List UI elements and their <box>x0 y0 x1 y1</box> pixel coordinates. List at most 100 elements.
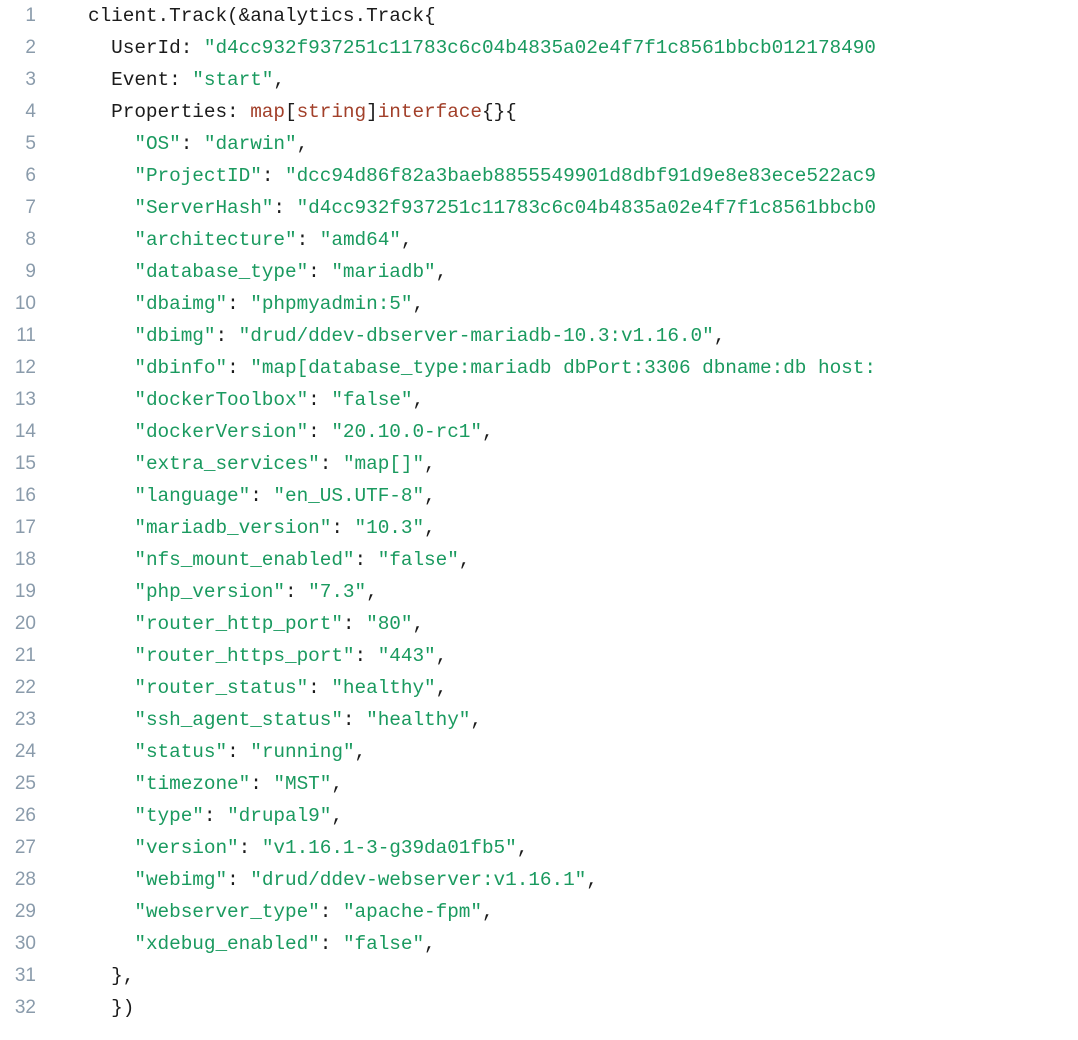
code-line[interactable]: 2 UserId: "d4cc932f937251c11783c6c04b483… <box>0 32 1078 64</box>
code-token-string: "webserver_type" <box>134 901 320 923</box>
code-token-string: "10.3" <box>354 517 425 539</box>
code-line[interactable]: 18 "nfs_mount_enabled": "false", <box>0 544 1078 576</box>
code-line[interactable]: 13 "dockerToolbox": "false", <box>0 384 1078 416</box>
code-line[interactable]: 26 "type": "drupal9", <box>0 800 1078 832</box>
line-content[interactable]: "mariadb_version": "10.3", <box>48 512 1078 544</box>
line-content[interactable]: }) <box>48 992 1078 1024</box>
line-content[interactable]: "dockerToolbox": "false", <box>48 384 1078 416</box>
line-content[interactable]: "ServerHash": "d4cc932f937251c11783c6c04… <box>48 192 1078 224</box>
code-line[interactable]: 17 "mariadb_version": "10.3", <box>0 512 1078 544</box>
code-line[interactable]: 24 "status": "running", <box>0 736 1078 768</box>
code-line[interactable]: 12 "dbinfo": "map[database_type:mariadb … <box>0 352 1078 384</box>
code-token-plain: Properties: <box>88 101 251 123</box>
code-token-plain: , <box>424 517 436 539</box>
code-token-string: "architecture" <box>134 229 297 251</box>
line-content[interactable]: "router_http_port": "80", <box>48 608 1078 640</box>
line-content[interactable]: "OS": "darwin", <box>48 128 1078 160</box>
code-token-plain: : <box>227 741 251 763</box>
code-token-plain: : <box>227 293 251 315</box>
code-line[interactable]: 31 }, <box>0 960 1078 992</box>
code-token-string: "webimg" <box>134 869 228 891</box>
code-line[interactable]: 22 "router_status": "healthy", <box>0 672 1078 704</box>
code-line[interactable]: 16 "language": "en_US.UTF-8", <box>0 480 1078 512</box>
line-content[interactable]: "dbimg": "drud/ddev-dbserver-mariadb-10.… <box>48 320 1078 352</box>
code-token-plain: , <box>516 837 529 859</box>
line-content[interactable]: "xdebug_enabled": "false", <box>48 928 1078 960</box>
code-line[interactable]: 5 "OS": "darwin", <box>0 128 1078 160</box>
code-line[interactable]: 19 "php_version": "7.3", <box>0 576 1078 608</box>
line-content[interactable]: "dbinfo": "map[database_type:mariadb dbP… <box>48 352 1078 384</box>
line-content[interactable]: "dockerVersion": "20.10.0-rc1", <box>48 416 1078 448</box>
line-content[interactable]: "dbaimg": "phpmyadmin:5", <box>48 288 1078 320</box>
code-token-plain: : <box>308 421 332 443</box>
line-content[interactable]: "version": "v1.16.1-3-g39da01fb5", <box>48 832 1078 864</box>
code-line[interactable]: 7 "ServerHash": "d4cc932f937251c11783c6c… <box>0 192 1078 224</box>
code-line[interactable]: 9 "database_type": "mariadb", <box>0 256 1078 288</box>
code-line[interactable]: 30 "xdebug_enabled": "false", <box>0 928 1078 960</box>
code-token-plain: : <box>227 869 251 891</box>
code-line[interactable]: 6 "ProjectID": "dcc94d86f82a3baeb8855549… <box>0 160 1078 192</box>
code-line[interactable]: 28 "webimg": "drud/ddev-webserver:v1.16.… <box>0 864 1078 896</box>
code-token-plain: : <box>354 549 378 571</box>
line-content[interactable]: "webimg": "drud/ddev-webserver:v1.16.1", <box>48 864 1078 896</box>
code-token-plain: , <box>481 901 494 923</box>
code-token-string: "database_type" <box>134 261 309 283</box>
code-token-plain: , <box>400 229 413 251</box>
code-block[interactable]: 1 client.Track(&analytics.Track{2 UserId:… <box>0 0 1078 1040</box>
code-token-plain: , <box>713 325 726 347</box>
line-content[interactable]: "database_type": "mariadb", <box>48 256 1078 288</box>
line-content[interactable]: "router_status": "healthy", <box>48 672 1078 704</box>
code-token-plain: : <box>342 613 367 635</box>
line-content[interactable]: "ssh_agent_status": "healthy", <box>48 704 1078 736</box>
line-number: 3 <box>25 69 36 90</box>
code-line[interactable]: 27 "version": "v1.16.1-3-g39da01fb5", <box>0 832 1078 864</box>
code-line[interactable]: 29 "webserver_type": "apache-fpm", <box>0 896 1078 928</box>
code-line[interactable]: 11 "dbimg": "drud/ddev-dbserver-mariadb-… <box>0 320 1078 352</box>
line-content[interactable]: "timezone": "MST", <box>48 768 1078 800</box>
code-line[interactable]: 4 Properties: map[string]interface{}{ <box>0 96 1078 128</box>
line-content[interactable]: "status": "running", <box>48 736 1078 768</box>
line-content[interactable]: "extra_services": "map[]", <box>48 448 1078 480</box>
code-line[interactable]: 21 "router_https_port": "443", <box>0 640 1078 672</box>
line-content[interactable]: "router_https_port": "443", <box>48 640 1078 672</box>
line-content[interactable]: "webserver_type": "apache-fpm", <box>48 896 1078 928</box>
code-token-string: "mariadb" <box>331 261 436 283</box>
line-content[interactable]: client.Track(&analytics.Track{ <box>48 0 1078 32</box>
code-line[interactable]: 3 Event: "start", <box>0 64 1078 96</box>
code-token-plain: , <box>458 549 471 571</box>
line-number: 29 <box>14 901 36 922</box>
code-line[interactable]: 15 "extra_services": "map[]", <box>0 448 1078 480</box>
code-line[interactable]: 10 "dbaimg": "phpmyadmin:5", <box>0 288 1078 320</box>
line-content[interactable]: "ProjectID": "dcc94d86f82a3baeb885554990… <box>48 160 1078 192</box>
line-number: 16 <box>14 485 36 506</box>
code-line[interactable]: 20 "router_http_port": "80", <box>0 608 1078 640</box>
code-line[interactable]: 8 "architecture": "amd64", <box>0 224 1078 256</box>
line-content[interactable]: "php_version": "7.3", <box>48 576 1078 608</box>
line-content[interactable]: UserId: "d4cc932f937251c11783c6c04b4835a… <box>48 32 1078 64</box>
code-token-plain: : <box>331 517 355 539</box>
line-content[interactable]: }, <box>48 960 1078 992</box>
line-content[interactable]: "architecture": "amd64", <box>48 224 1078 256</box>
code-line[interactable]: 14 "dockerVersion": "20.10.0-rc1", <box>0 416 1078 448</box>
line-content[interactable]: "type": "drupal9", <box>48 800 1078 832</box>
code-line[interactable]: 32 }) <box>0 992 1078 1024</box>
line-content[interactable]: "language": "en_US.UTF-8", <box>48 480 1078 512</box>
line-content[interactable]: Event: "start", <box>48 64 1078 96</box>
code-token-plain: , <box>412 293 425 315</box>
line-content[interactable]: "nfs_mount_enabled": "false", <box>48 544 1078 576</box>
code-line[interactable]: 25 "timezone": "MST", <box>0 768 1078 800</box>
line-content[interactable]: Properties: map[string]interface{}{ <box>48 96 1078 128</box>
code-line[interactable]: 23 "ssh_agent_status": "healthy", <box>0 704 1078 736</box>
code-token-string: "80" <box>366 613 413 635</box>
code-line[interactable]: 1 client.Track(&analytics.Track{ <box>0 0 1078 32</box>
